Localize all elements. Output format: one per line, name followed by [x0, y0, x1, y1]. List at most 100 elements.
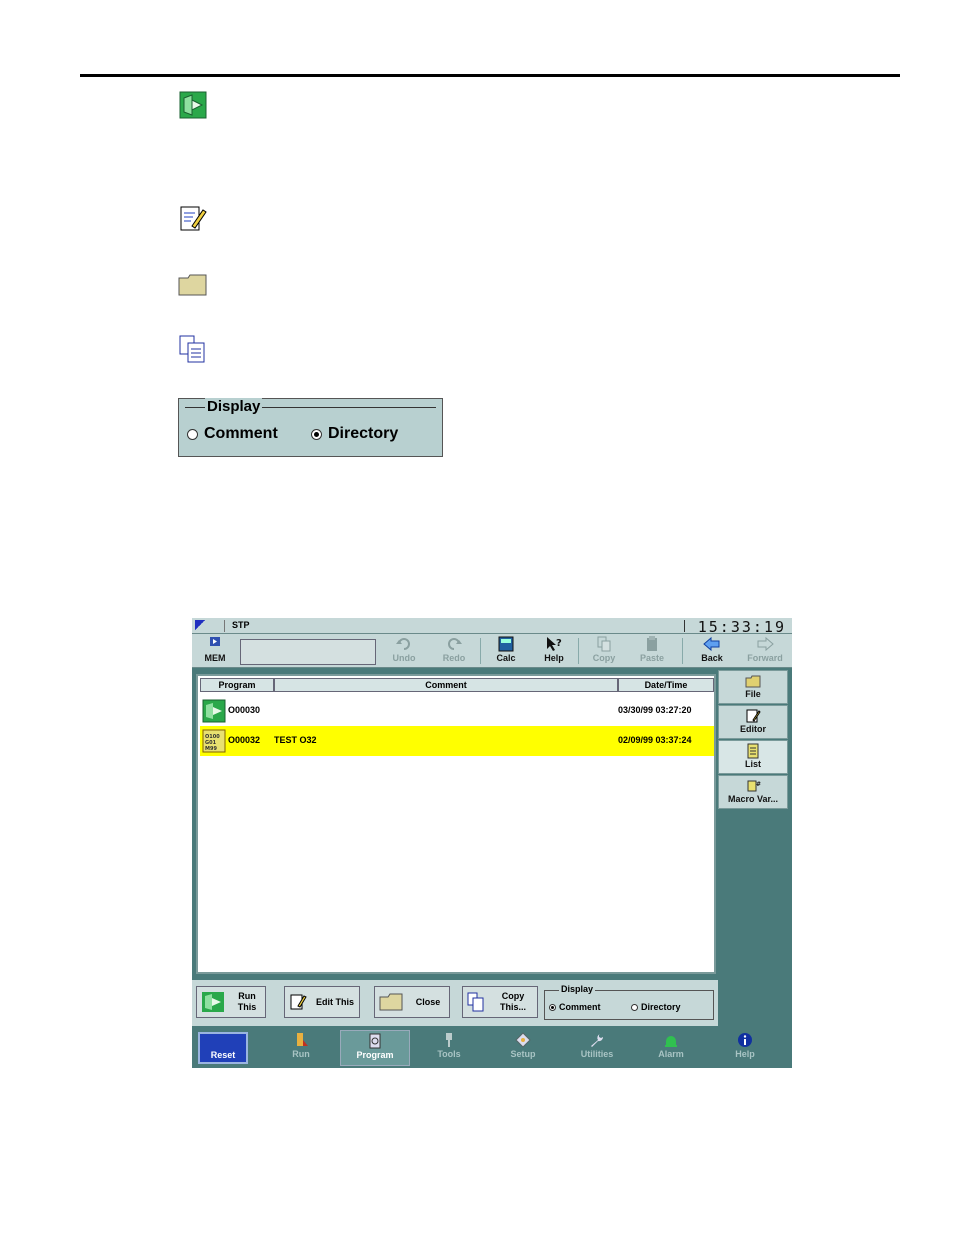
status-divider — [684, 620, 685, 632]
back-arrow-icon — [703, 636, 720, 652]
close-label: Close — [415, 996, 441, 1007]
column-header-program[interactable]: Program — [200, 678, 274, 692]
undo-label: Undo — [392, 653, 416, 663]
paste-label: Paste — [639, 653, 665, 663]
copy-icon — [597, 636, 611, 652]
copy-program-icon — [179, 335, 205, 363]
back-label: Back — [701, 653, 723, 663]
redo-label: Redo — [442, 653, 466, 663]
nav-run[interactable]: Run — [266, 1030, 336, 1066]
tab-file[interactable]: File — [718, 670, 788, 704]
editor-icon — [746, 709, 761, 723]
comment-label: Comment — [204, 425, 278, 442]
nav-alarm[interactable]: Alarm — [636, 1030, 706, 1066]
folder-icon — [178, 274, 207, 296]
status-bar: STP 15:33:19 — [192, 618, 792, 636]
run-icon — [202, 992, 224, 1012]
run-this-label: Run This — [237, 991, 257, 1012]
calc-label: Calc — [496, 653, 516, 663]
calc-button[interactable]: Calc — [484, 636, 528, 666]
help-button[interactable]: ? Help — [532, 636, 576, 666]
edit-icon — [290, 994, 307, 1010]
tab-editor[interactable]: Editor — [718, 705, 788, 739]
header-rule — [80, 74, 900, 77]
nav-setup-label: Setup — [510, 1049, 536, 1059]
table-row[interactable]: O100 G01 M99 O00032 TEST O32 02/09/99 03… — [200, 726, 714, 756]
nav-utilities[interactable]: Utilities — [562, 1030, 632, 1066]
mem-button[interactable]: MEM — [194, 636, 236, 666]
directory-radio[interactable] — [631, 1003, 638, 1011]
calculator-icon — [498, 636, 514, 652]
toolbar-separator — [480, 638, 481, 664]
close-button[interactable]: Close — [374, 986, 450, 1018]
svg-text:#: # — [756, 781, 761, 788]
tab-macro-var[interactable]: # Macro Var... — [718, 775, 788, 809]
display-comment-option[interactable]: Comment — [549, 1002, 601, 1012]
display-legend: Display — [205, 398, 263, 415]
reset-button[interactable]: Reset — [198, 1032, 248, 1064]
forward-button[interactable]: Forward — [740, 636, 790, 666]
display-directory-option[interactable]: Directory — [311, 425, 398, 443]
nav-help[interactable]: Help — [710, 1030, 780, 1066]
edit-this-button[interactable]: Edit This — [284, 986, 360, 1018]
toolbar-separator — [578, 638, 579, 664]
tab-macro-var-label: Macro Var... — [727, 794, 779, 804]
copy-program-icon — [467, 992, 484, 1012]
tab-file-label: File — [745, 689, 761, 699]
setup-nav-icon — [515, 1032, 531, 1048]
action-button-bar: Run This Edit This Close Copy This... Di… — [192, 980, 718, 1026]
nav-program[interactable]: Program — [340, 1030, 410, 1066]
edit-this-label: Edit This — [316, 996, 354, 1007]
program-datetime: 02/09/99 03:37:24 — [618, 735, 692, 745]
undo-button[interactable]: Undo — [382, 636, 426, 666]
paste-icon — [647, 636, 657, 651]
nav-utilities-label: Utilities — [580, 1049, 614, 1059]
forward-label: Forward — [747, 653, 783, 663]
nav-tools[interactable]: Tools — [414, 1030, 484, 1066]
program-name: O00032 — [228, 735, 261, 745]
tab-editor-label: Editor — [740, 724, 766, 734]
display-legend: Display — [559, 984, 596, 994]
column-header-comment[interactable]: Comment — [274, 678, 618, 692]
run-program-icon — [179, 91, 207, 119]
redo-icon — [448, 638, 462, 650]
toolbar-separator — [682, 638, 683, 664]
paste-button[interactable]: Paste — [630, 636, 674, 666]
comment-radio[interactable] — [187, 428, 198, 440]
program-name: O00030 — [228, 705, 261, 715]
run-nav-icon — [297, 1033, 308, 1046]
svg-text:M99: M99 — [205, 746, 217, 752]
redo-button[interactable]: Redo — [432, 636, 476, 666]
back-button[interactable]: Back — [690, 636, 734, 666]
side-tabs: File Editor List # Macro Var... — [718, 670, 788, 810]
svg-text:?: ? — [556, 638, 562, 649]
copy-label: Copy — [592, 653, 616, 663]
tab-list[interactable]: List — [718, 740, 788, 774]
table-row[interactable]: O00030 03/30/99 03:27:20 — [200, 696, 714, 726]
directory-radio[interactable] — [311, 428, 322, 440]
copy-button[interactable]: Copy — [582, 636, 626, 666]
display-directory-option[interactable]: Directory — [631, 1002, 681, 1012]
folder-icon — [379, 993, 403, 1011]
nav-alarm-label: Alarm — [658, 1049, 684, 1059]
tab-list-label: List — [744, 759, 761, 769]
copy-this-label: Copy This... — [499, 991, 526, 1012]
display-panel: Display Comment Directory — [178, 398, 443, 457]
nav-setup[interactable]: Setup — [488, 1030, 558, 1066]
mode-display-field — [240, 639, 376, 665]
alarm-icon — [665, 1036, 677, 1047]
program-list: Program Comment Date/Time O00030 03/30/9… — [196, 674, 716, 974]
run-this-button[interactable]: Run This — [196, 986, 266, 1018]
list-icon — [747, 743, 759, 759]
column-header-datetime[interactable]: Date/Time — [618, 678, 714, 692]
nav-run-label: Run — [292, 1049, 310, 1059]
program-file-icon — [202, 699, 226, 723]
program-nav-icon — [369, 1033, 381, 1049]
toolbar: MEM Undo Redo Calc ? Help Copy Paste Bac… — [192, 634, 792, 668]
main-nav-bar: Reset Run Program Tools Setup Utilities … — [192, 1028, 792, 1068]
display-comment-option[interactable]: Comment — [187, 425, 278, 443]
file-folder-icon — [745, 675, 761, 688]
macro-program-icon: O100 G01 M99 — [202, 729, 226, 753]
comment-radio[interactable] — [549, 1003, 556, 1011]
copy-this-button[interactable]: Copy This... — [462, 986, 538, 1018]
